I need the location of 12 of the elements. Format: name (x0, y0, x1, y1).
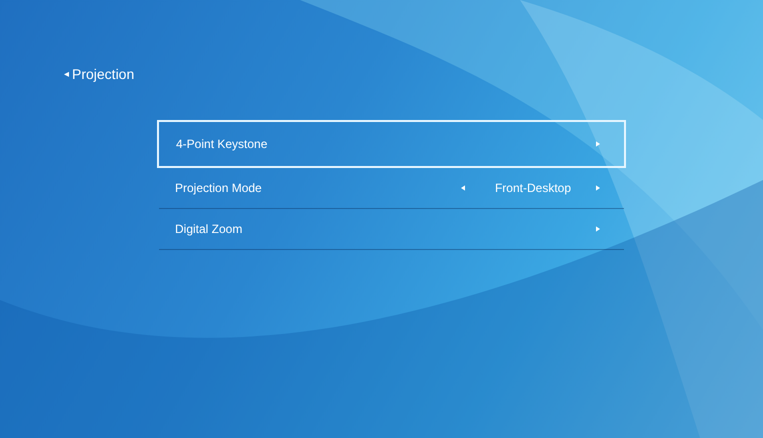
menu-item[interactable]: 4-Point Keystone (157, 120, 626, 168)
menu-item-label: Digital Zoom (175, 222, 244, 236)
menu-item[interactable]: Projection Mode Front-Desktop (159, 168, 624, 209)
menu-item-label: 4-Point Keystone (176, 137, 268, 151)
menu-item[interactable]: Digital Zoom (159, 209, 624, 250)
option-value: Front-Desktop (494, 181, 571, 195)
right-arrow-icon (596, 226, 600, 232)
menu-item-label: Projection Mode (175, 181, 263, 195)
back-button[interactable]: ◂ Projection (64, 66, 134, 82)
left-arrow-icon[interactable] (460, 185, 465, 191)
right-arrow-icon (596, 141, 600, 147)
right-arrow-icon[interactable] (596, 185, 600, 191)
